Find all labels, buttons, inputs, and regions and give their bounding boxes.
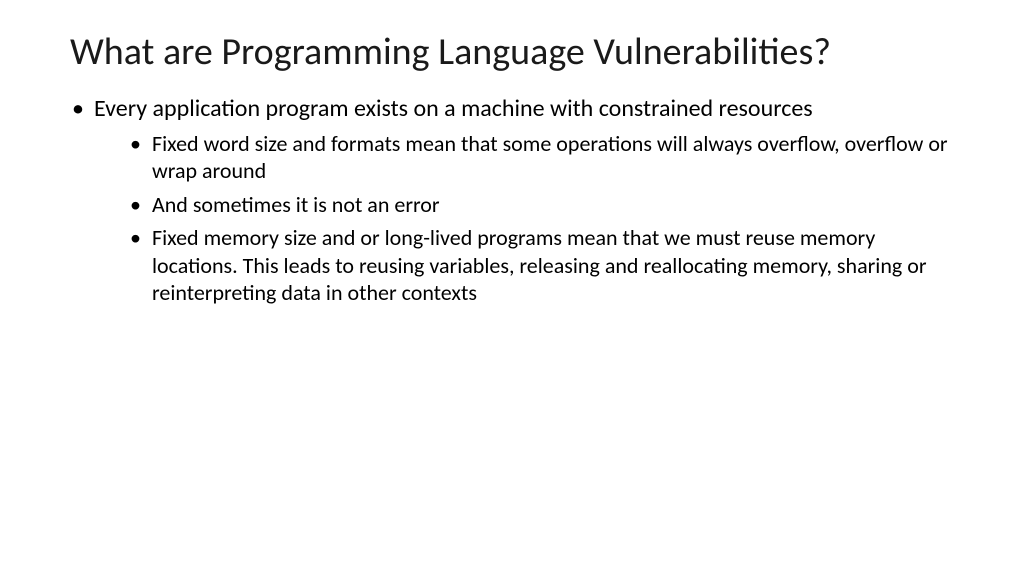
bullet-text: Fixed word size and formats mean that so… [152, 130, 948, 185]
list-item: And sometimes it is not an error [128, 191, 954, 219]
bullet-text: And sometimes it is not an error [152, 191, 440, 218]
slide-title: What are Programming Language Vulnerabil… [70, 30, 954, 76]
bullet-text: Every application program exists on a ma… [94, 94, 813, 123]
bullet-text: Fixed memory size and or long-lived prog… [152, 224, 927, 306]
slide-content: Every application program exists on a ma… [70, 94, 954, 307]
list-item: Every application program exists on a ma… [70, 94, 954, 307]
list-item: Fixed word size and formats mean that so… [128, 130, 954, 185]
list-item: Fixed memory size and or long-lived prog… [128, 224, 954, 307]
